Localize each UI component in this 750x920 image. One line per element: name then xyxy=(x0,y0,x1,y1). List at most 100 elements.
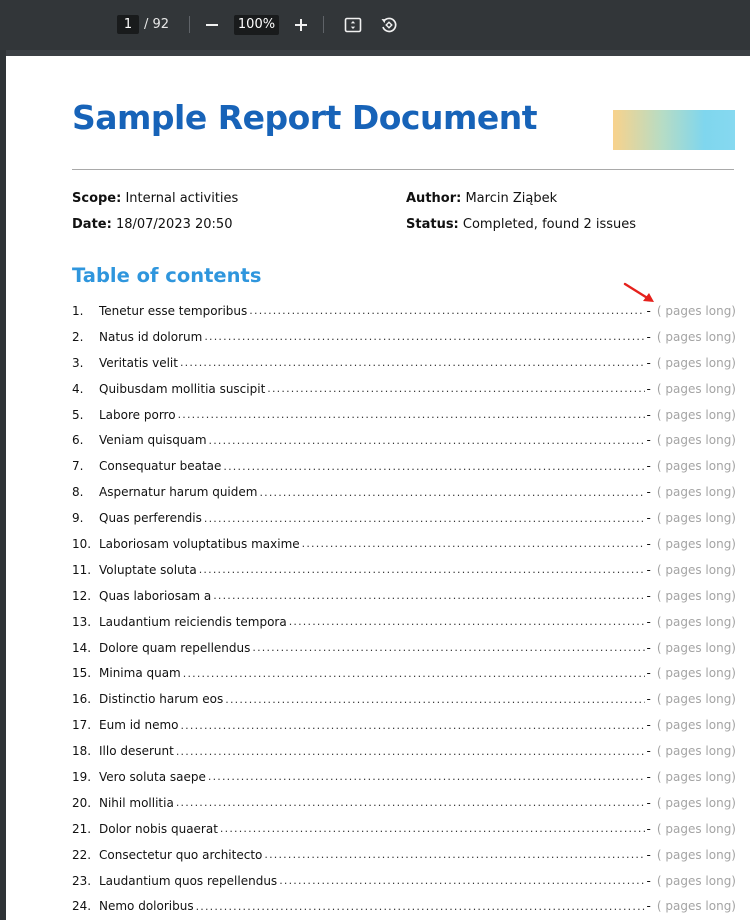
toc-entry-number: 24. xyxy=(72,899,92,914)
rotate-button[interactable] xyxy=(376,11,402,38)
toc-entry[interactable]: 5. Labore porro ........................… xyxy=(72,402,736,428)
toc-entry[interactable]: 13. Laudantium reiciendis tempora ......… xyxy=(72,609,736,635)
toc-entry-number: 10. xyxy=(72,536,92,551)
toc-entry-title: Laudantium quos repellendus xyxy=(99,873,278,888)
toc-dash: - xyxy=(646,407,651,422)
toc-entry[interactable]: 15. Minima quam ........................… xyxy=(72,660,736,686)
toc-entry[interactable]: 21. Dolor nobis quaerat ................… xyxy=(72,816,736,842)
zoom-level-input[interactable]: 100% xyxy=(234,15,279,35)
toc-dot-leader: ........................................… xyxy=(198,563,645,577)
toc-entry-number: 20. xyxy=(72,795,92,810)
toc-entry-pages: ( pages long) xyxy=(656,433,736,448)
toc-dash: - xyxy=(646,666,651,681)
toc-entry[interactable]: 22. Consectetur quo architecto .........… xyxy=(72,842,736,868)
toc-entry-number: 11. xyxy=(72,562,92,577)
toc-entry-pages: ( pages long) xyxy=(656,355,736,370)
toc-entry-pages: ( pages long) xyxy=(656,614,736,629)
toc-entry[interactable]: 24. Nemo doloribus .....................… xyxy=(72,893,736,919)
zoom-out-button[interactable] xyxy=(199,11,225,38)
toc-dash: - xyxy=(646,847,651,862)
zoom-in-button[interactable] xyxy=(288,11,314,38)
toc-dash: - xyxy=(646,485,651,500)
toc-dash: - xyxy=(646,718,651,733)
toc-dot-leader: ........................................… xyxy=(219,822,645,836)
toc-entry-number: 22. xyxy=(72,847,92,862)
toc-dot-leader: ........................................… xyxy=(249,304,644,318)
toc-entry-title: Dolor nobis quaerat xyxy=(99,821,218,836)
toc-entry[interactable]: 17. Eum id nemo ........................… xyxy=(72,712,736,738)
toc-entry-title: Aspernatur harum quidem xyxy=(99,485,258,500)
toc-dash: - xyxy=(646,381,651,396)
toc-heading: Table of contents xyxy=(72,264,262,287)
toc-entry[interactable]: 7. Consequatur beatae ..................… xyxy=(72,453,736,479)
scope-label: Scope: xyxy=(72,191,122,206)
toc-entry-pages: ( pages long) xyxy=(656,899,736,914)
toc-entry-title: Nemo doloribus xyxy=(99,899,194,914)
toc-entry[interactable]: 12. Quas laboriosam a ..................… xyxy=(72,583,736,609)
toc-entry-number: 2. xyxy=(72,329,84,344)
toc-entry-number: 23. xyxy=(72,873,92,888)
toc-entry-number: 21. xyxy=(72,821,92,836)
toc-entry[interactable]: 14. Dolore quam repellendus ............… xyxy=(72,635,736,661)
toc-dash: - xyxy=(646,692,651,707)
toc-entry-number: 16. xyxy=(72,692,92,707)
toc-entry[interactable]: 19. Vero soluta saepe ..................… xyxy=(72,764,736,790)
meta-scope: Scope: Internal activities xyxy=(72,191,238,206)
toc-entry-title: Illo deserunt xyxy=(99,744,174,759)
toc-entry[interactable]: 18. Illo deserunt ......................… xyxy=(72,738,736,764)
toc-entry-pages: ( pages long) xyxy=(656,692,736,707)
toc-entry[interactable]: 6. Veniam quisquam .....................… xyxy=(72,427,736,453)
author-value: Marcin Ziąbek xyxy=(465,191,558,206)
toc-dash: - xyxy=(646,511,651,526)
toc-entry[interactable]: 16. Distinctio harum eos ...............… xyxy=(72,686,736,712)
fit-page-button[interactable] xyxy=(340,11,366,38)
toc-entry-pages: ( pages long) xyxy=(656,485,736,500)
page-number-input[interactable]: 1 xyxy=(117,15,139,34)
toc-entry[interactable]: 2. Natus id dolorum ....................… xyxy=(72,324,736,350)
toc-entry[interactable]: 8. Aspernatur harum quidem .............… xyxy=(72,479,736,505)
toc-entry-number: 3. xyxy=(72,355,84,370)
toc-entry-title: Eum id nemo xyxy=(99,718,179,733)
toc-dash: - xyxy=(646,795,651,810)
toc-entry[interactable]: 11. Voluptate soluta ...................… xyxy=(72,557,736,583)
toc-entry-title: Nihil mollitia xyxy=(99,795,174,810)
toc-dot-leader: ........................................… xyxy=(213,589,645,603)
toc-dash: - xyxy=(646,433,651,448)
toc-entry-title: Labore porro xyxy=(99,407,176,422)
toc-entry-title: Voluptate soluta xyxy=(99,562,197,577)
toc-entry[interactable]: 9. Quas perferendis ....................… xyxy=(72,505,736,531)
toc-entry-title: Distinctio harum eos xyxy=(99,692,224,707)
toc-entry-number: 12. xyxy=(72,588,92,603)
toc-entry[interactable]: 1. Tenetur esse temporibus .............… xyxy=(72,298,736,324)
toc-dot-leader: ........................................… xyxy=(225,692,645,706)
toolbar-divider xyxy=(323,16,324,33)
toc-dash: - xyxy=(646,355,651,370)
zoom-out-icon xyxy=(206,23,218,26)
toc-entry-title: Consectetur quo architecto xyxy=(99,847,263,862)
toc-entry-title: Laboriosam voluptatibus maxime xyxy=(99,536,300,551)
toc-dot-leader: ........................................… xyxy=(264,848,645,862)
toc-dot-leader: ........................................… xyxy=(267,382,644,396)
toc-entry-pages: ( pages long) xyxy=(656,718,736,733)
toc-entry[interactable]: 23. Laudantium quos repellendus ........… xyxy=(72,868,736,894)
toc-entry[interactable]: 3. Veritatis velit .....................… xyxy=(72,350,736,376)
toc-entry-pages: ( pages long) xyxy=(656,873,736,888)
toc-entry[interactable]: 4. Quibusdam mollitia suscipit .........… xyxy=(72,376,736,402)
toc-entry[interactable]: 20. Nihil mollitia .....................… xyxy=(72,790,736,816)
toc-dash: - xyxy=(646,614,651,629)
toc-dot-leader: ........................................… xyxy=(259,485,645,499)
toc-entry-pages: ( pages long) xyxy=(656,847,736,862)
toc-dash: - xyxy=(646,303,651,318)
toc-dot-leader: ........................................… xyxy=(288,615,645,629)
toc-entry[interactable]: 10. Laboriosam voluptatibus maxime .....… xyxy=(72,531,736,557)
toc-entry-number: 17. xyxy=(72,718,92,733)
toc-entry-pages: ( pages long) xyxy=(656,640,736,655)
toc-entry-title: Quas laboriosam a xyxy=(99,588,212,603)
toc-entry-number: 8. xyxy=(72,485,84,500)
toc-dot-leader: ........................................… xyxy=(175,744,645,758)
toc-dot-leader: ........................................… xyxy=(175,796,645,810)
toc-entry-title: Veniam quisquam xyxy=(99,433,207,448)
toc-entry-number: 13. xyxy=(72,614,92,629)
toc-entry-number: 7. xyxy=(72,459,84,474)
toc-dot-leader: ........................................… xyxy=(207,770,645,784)
